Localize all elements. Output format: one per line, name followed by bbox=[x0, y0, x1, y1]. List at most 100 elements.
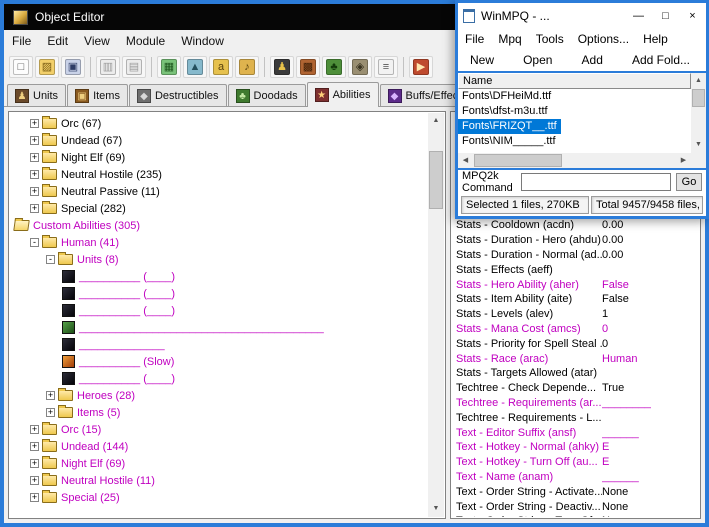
tree-scrollbar-thumb[interactable] bbox=[429, 151, 443, 209]
winmpq-minimize-button[interactable]: — bbox=[625, 3, 652, 29]
menu-file[interactable]: File bbox=[4, 32, 39, 50]
scroll-down-icon[interactable]: ▼ bbox=[691, 137, 706, 153]
mpq-command-input[interactable] bbox=[521, 173, 671, 191]
tab-items[interactable]: ▣ Items bbox=[67, 84, 128, 106]
tree-scrollbar[interactable]: ▲ ▼ bbox=[428, 113, 444, 517]
property-row[interactable]: Stats - Mana Cost (amcs) 0 bbox=[452, 322, 699, 337]
property-row[interactable]: Techtree - Requirements - L... bbox=[452, 410, 699, 425]
tree-row[interactable]: __________ (____) bbox=[10, 285, 428, 302]
paste-button[interactable]: ▤ bbox=[122, 56, 146, 78]
list-horizontal-scrollbar[interactable]: ◀ ▶ bbox=[458, 153, 691, 168]
tree-expander[interactable]: + bbox=[30, 170, 39, 179]
mpq-menu-help[interactable]: Help bbox=[636, 32, 675, 46]
property-row[interactable]: Text - Editor Suffix (ansf) ______ bbox=[452, 425, 699, 440]
property-row[interactable]: Text - Order String - Turn Of...None bbox=[452, 514, 699, 517]
tree-row[interactable]: + Items (5) bbox=[10, 404, 428, 421]
tree-row[interactable]: __________ (____) bbox=[10, 268, 428, 285]
terrain-button[interactable]: ▦ bbox=[157, 56, 181, 78]
property-row[interactable]: Stats - Duration - Normal (ad... 0.00 bbox=[452, 248, 699, 263]
list-scrollbar-thumb[interactable] bbox=[692, 89, 705, 107]
mpq-new-button[interactable]: New bbox=[470, 53, 494, 67]
property-row[interactable]: Stats - Cooldown (acdn) 0.00 bbox=[452, 218, 699, 233]
tree-expander[interactable]: + bbox=[30, 136, 39, 145]
test-button[interactable]: ▶ bbox=[409, 56, 433, 78]
tree-expander[interactable]: - bbox=[46, 255, 55, 264]
tree-expander[interactable]: + bbox=[46, 391, 55, 400]
save-button[interactable]: ▣ bbox=[61, 56, 85, 78]
tree-row[interactable]: + Neutral Hostile (11) bbox=[10, 472, 428, 489]
property-row[interactable]: Stats - Effects (aeff) bbox=[452, 262, 699, 277]
property-row[interactable]: Stats - Priority for Spell Steal ... 0 bbox=[452, 336, 699, 351]
scroll-right-icon[interactable]: ▶ bbox=[676, 153, 691, 168]
tree-row[interactable]: + Special (282) bbox=[10, 200, 428, 217]
mountain-button[interactable]: ▲ bbox=[183, 56, 207, 78]
tree-row[interactable]: __________ (____) bbox=[10, 370, 428, 387]
file-row[interactable]: Fonts\NIM_____.ttf bbox=[458, 134, 560, 149]
mpq-menu-tools[interactable]: Tools bbox=[529, 32, 571, 46]
tree-row[interactable]: - Human (41) bbox=[10, 234, 428, 251]
tab-abilities[interactable]: ★ Abilities bbox=[306, 82, 379, 107]
mpq-menu-options[interactable]: Options... bbox=[571, 32, 636, 46]
mpq-add-fold-button[interactable]: Add Fold... bbox=[632, 53, 690, 67]
tree-expander[interactable]: + bbox=[46, 408, 55, 417]
property-row[interactable]: Stats - Race (arac) Human bbox=[452, 351, 699, 366]
property-row[interactable]: Techtree - Requirements (ar... ________ bbox=[452, 396, 699, 411]
tree-row[interactable]: ________________________________________ bbox=[10, 319, 428, 336]
tree-expander[interactable]: + bbox=[30, 459, 39, 468]
tree-row[interactable]: + Special (25) bbox=[10, 489, 428, 506]
file-row[interactable]: Fonts\dfst-m3u.ttf bbox=[458, 104, 552, 119]
tree-row[interactable]: __________ (Slow) bbox=[10, 353, 428, 370]
property-row[interactable]: Stats - Hero Ability (aher) False bbox=[452, 277, 699, 292]
property-row[interactable]: Text - Order String - Deactiv... None bbox=[452, 499, 699, 514]
scroll-left-icon[interactable]: ◀ bbox=[458, 153, 473, 168]
property-row[interactable]: Text - Order String - Activate... None bbox=[452, 484, 699, 499]
menu-window[interactable]: Window bbox=[173, 32, 232, 50]
tree-expander[interactable]: + bbox=[30, 119, 39, 128]
tree-expander[interactable]: + bbox=[30, 493, 39, 502]
tree-expander[interactable]: - bbox=[30, 238, 39, 247]
winmpq-close-button[interactable]: × bbox=[679, 3, 706, 29]
winmpq-titlebar[interactable]: WinMPQ - ... — □ × bbox=[458, 3, 706, 29]
doodads-button[interactable]: ◈ bbox=[348, 56, 372, 78]
scroll-up-icon[interactable]: ▲ bbox=[428, 113, 444, 129]
tree-expander[interactable]: + bbox=[30, 425, 39, 434]
tree-row[interactable]: + Orc (67) bbox=[10, 115, 428, 132]
tab-destructibles[interactable]: ◆ Destructibles bbox=[128, 84, 227, 106]
mpq-menu-file[interactable]: File bbox=[458, 32, 491, 46]
tab-doodads[interactable]: ♣ Doodads bbox=[227, 84, 306, 106]
script-button[interactable]: ≡ bbox=[374, 56, 398, 78]
tree-row[interactable]: + Undead (144) bbox=[10, 438, 428, 455]
trees-button[interactable]: ♣ bbox=[322, 56, 346, 78]
property-row[interactable]: Text - Hotkey - Turn Off (au... E bbox=[452, 455, 699, 470]
menu-edit[interactable]: Edit bbox=[39, 32, 76, 50]
scroll-down-icon[interactable]: ▼ bbox=[428, 501, 444, 517]
menu-module[interactable]: Module bbox=[118, 32, 173, 50]
hscrollbar-thumb[interactable] bbox=[474, 154, 562, 167]
mpq-open-button[interactable]: Open bbox=[523, 53, 552, 67]
tree-expander[interactable]: + bbox=[30, 187, 39, 196]
winmpq-maximize-button[interactable]: □ bbox=[652, 3, 679, 29]
property-row[interactable]: Techtree - Check Depende... True bbox=[452, 381, 699, 396]
tree-row[interactable]: + Heroes (28) bbox=[10, 387, 428, 404]
property-row[interactable]: Stats - Targets Allowed (atar) bbox=[452, 366, 699, 381]
go-button[interactable]: Go bbox=[676, 173, 702, 191]
file-row[interactable]: Fonts\DFHeiMd.ttf bbox=[458, 89, 555, 104]
sound-button[interactable]: ♪ bbox=[235, 56, 259, 78]
tree-row[interactable]: + Orc (15) bbox=[10, 421, 428, 438]
mpq-add-button[interactable]: Add bbox=[582, 53, 603, 67]
list-column-header-name[interactable]: Name bbox=[458, 73, 691, 89]
tree-row[interactable]: + Undead (67) bbox=[10, 132, 428, 149]
text-a-button[interactable]: a bbox=[209, 56, 233, 78]
buildings-button[interactable]: ▩ bbox=[296, 56, 320, 78]
tree-row[interactable]: Custom Abilities (305) bbox=[10, 217, 428, 234]
list-vertical-scrollbar[interactable]: ▲ ▼ bbox=[691, 73, 706, 153]
tree-row[interactable]: + Neutral Passive (11) bbox=[10, 183, 428, 200]
property-row[interactable]: Text - Name (anam) ______ bbox=[452, 470, 699, 485]
tree-expander[interactable]: + bbox=[30, 442, 39, 451]
tree-row[interactable]: + Neutral Hostile (235) bbox=[10, 166, 428, 183]
tab-units[interactable]: ♟ Units bbox=[7, 84, 67, 106]
tree-row[interactable]: + Night Elf (69) bbox=[10, 149, 428, 166]
copy-button[interactable]: ▥ bbox=[96, 56, 120, 78]
tree-row[interactable]: + Night Elf (69) bbox=[10, 455, 428, 472]
tree-expander[interactable]: + bbox=[30, 153, 39, 162]
